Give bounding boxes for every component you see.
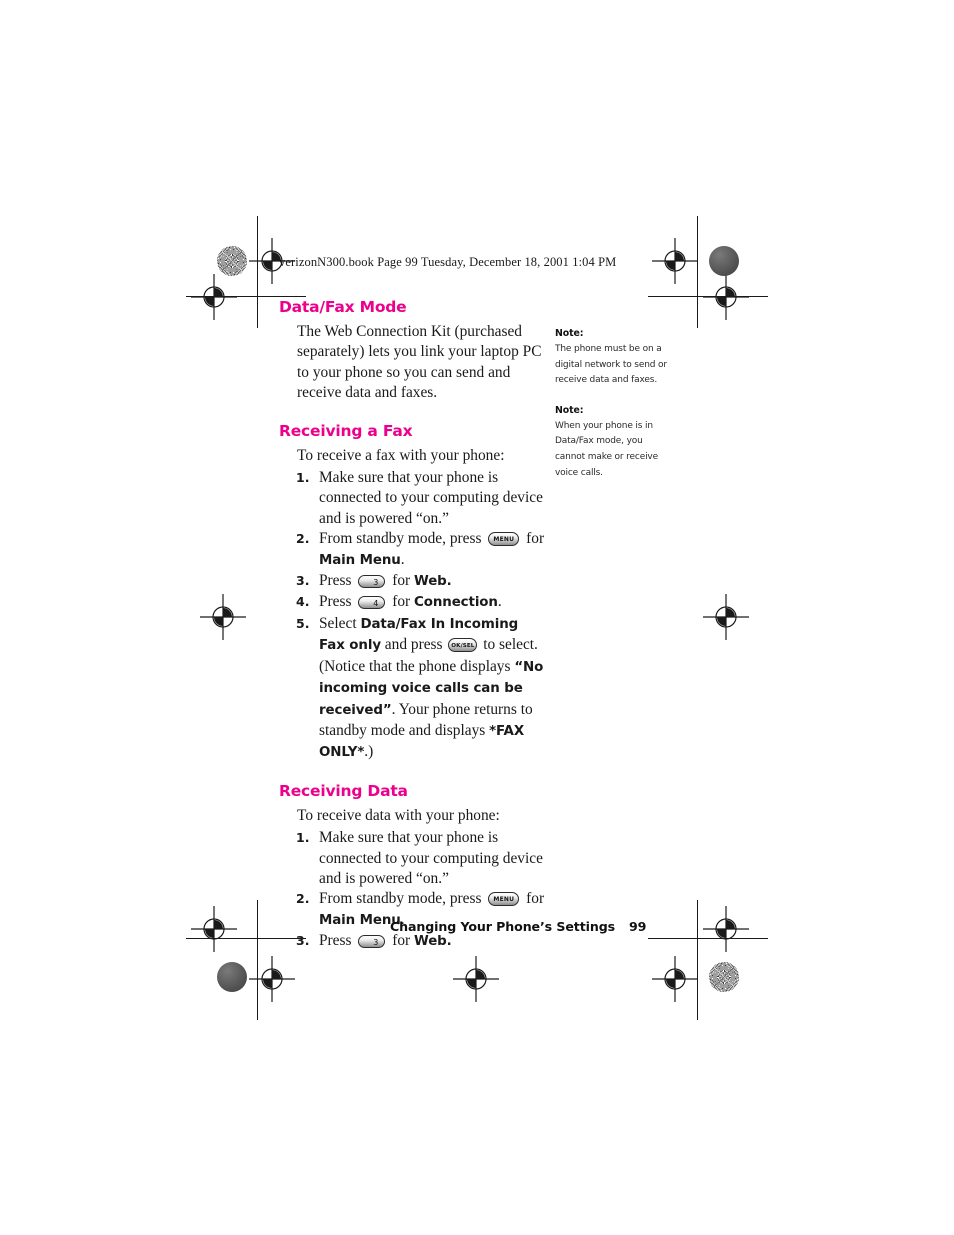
note-label: Note: bbox=[555, 404, 584, 416]
step-text: Press bbox=[319, 932, 356, 950]
section-intro-receiving-a-fax: To receive a fax with your phone: bbox=[297, 446, 505, 464]
step-text: .) bbox=[364, 743, 374, 761]
registration-mark-bottom-right-inner bbox=[652, 956, 698, 1002]
step-text: for bbox=[388, 593, 414, 611]
section-intro-receiving-data: To receive data with your phone: bbox=[297, 806, 500, 824]
step-text: for bbox=[388, 932, 414, 950]
step-bold-label: Web. bbox=[414, 574, 452, 590]
section-heading-receiving-data: Receiving Data bbox=[279, 781, 408, 800]
registration-mark-right-middle bbox=[703, 594, 749, 640]
footer-page-number: 99 bbox=[629, 919, 647, 934]
section-heading-data-fax-mode: Data/Fax Mode bbox=[279, 298, 407, 316]
step-item: Press 3 for Web. bbox=[279, 931, 545, 952]
step-text: Make sure that your phone is connected t… bbox=[319, 829, 543, 887]
registration-mark-top-left-outer bbox=[191, 274, 237, 320]
number-key-4-icon: 4 bbox=[358, 596, 386, 610]
step-bold-label: Web. bbox=[414, 934, 452, 950]
color-burst-mark-top-left bbox=[217, 246, 247, 276]
footer-running-head: Changing Your Phone’s Settings bbox=[390, 919, 616, 934]
color-density-dot-top-right bbox=[709, 246, 739, 276]
step-text: Select bbox=[319, 614, 361, 632]
step-bold-label: Main Menu bbox=[319, 552, 401, 568]
note-block: Note: When your phone is in Data/Fax mod… bbox=[555, 405, 667, 481]
number-key-3-icon: 3 bbox=[358, 575, 386, 589]
registration-mark-bottom-center bbox=[453, 956, 499, 1002]
step-text: From standby mode, press bbox=[319, 530, 486, 548]
page-content: Data/Fax Mode The Web Connection Kit (pu… bbox=[279, 298, 545, 953]
step-item: Make sure that your phone is connected t… bbox=[279, 468, 545, 529]
page-footer: Changing Your Phone’s Settings 99 bbox=[390, 919, 646, 934]
step-text: Press bbox=[319, 593, 356, 611]
menu-key-icon: MENU bbox=[488, 532, 520, 547]
step-item: Press 3 for Web. bbox=[279, 571, 545, 592]
step-item: From standby mode, press MENU for Main M… bbox=[279, 529, 545, 571]
note-block: Note: The phone must be on a digital net… bbox=[555, 328, 667, 389]
print-slug: verizonN300.book Page 99 Tuesday, Decemb… bbox=[279, 255, 617, 269]
registration-mark-left-middle bbox=[200, 594, 246, 640]
registration-mark-bottom-left-outer bbox=[191, 906, 237, 952]
menu-key-icon: MENU bbox=[488, 892, 520, 907]
step-bold-label: Main Menu bbox=[319, 912, 401, 928]
step-item: Select Data/Fax In Incoming Fax only and… bbox=[279, 614, 545, 764]
color-density-dot-bottom-left bbox=[217, 962, 247, 992]
note-text: The phone must be on a digital network t… bbox=[555, 344, 667, 386]
number-key-3-icon: 3 bbox=[358, 935, 386, 949]
note-text: When your phone is in Data/Fax mode, you… bbox=[555, 420, 658, 478]
steps-receiving-a-fax: Make sure that your phone is connected t… bbox=[279, 468, 545, 764]
ok-sel-key-icon: OK/SEL bbox=[448, 638, 478, 653]
step-text: . bbox=[400, 550, 405, 568]
registration-mark-bottom-right-outer bbox=[703, 906, 749, 952]
step-item: Press 4 for Connection. bbox=[279, 592, 545, 613]
section-intro-data-fax-mode: The Web Connection Kit (purchased separa… bbox=[297, 323, 542, 402]
registration-mark-top-right-inner bbox=[652, 238, 698, 284]
step-text: for bbox=[522, 530, 545, 548]
step-text: for bbox=[522, 890, 545, 908]
color-burst-mark-bottom-right bbox=[709, 962, 739, 992]
section-heading-receiving-a-fax: Receiving a Fax bbox=[279, 421, 413, 440]
step-text: From standby mode, press bbox=[319, 890, 486, 908]
note-label: Note: bbox=[555, 328, 584, 339]
registration-mark-bottom-left-inner bbox=[249, 956, 295, 1002]
step-bold-label: Connection bbox=[414, 595, 498, 611]
step-text: Press bbox=[319, 572, 356, 590]
step-text: for bbox=[388, 572, 414, 590]
margin-notes: Note: The phone must be on a digital net… bbox=[555, 328, 667, 497]
step-item: Make sure that your phone is connected t… bbox=[279, 828, 545, 889]
step-text: Make sure that your phone is connected t… bbox=[319, 469, 543, 527]
step-text: . bbox=[497, 593, 502, 611]
registration-mark-top-right-outer bbox=[703, 274, 749, 320]
step-text: and press bbox=[380, 636, 447, 654]
